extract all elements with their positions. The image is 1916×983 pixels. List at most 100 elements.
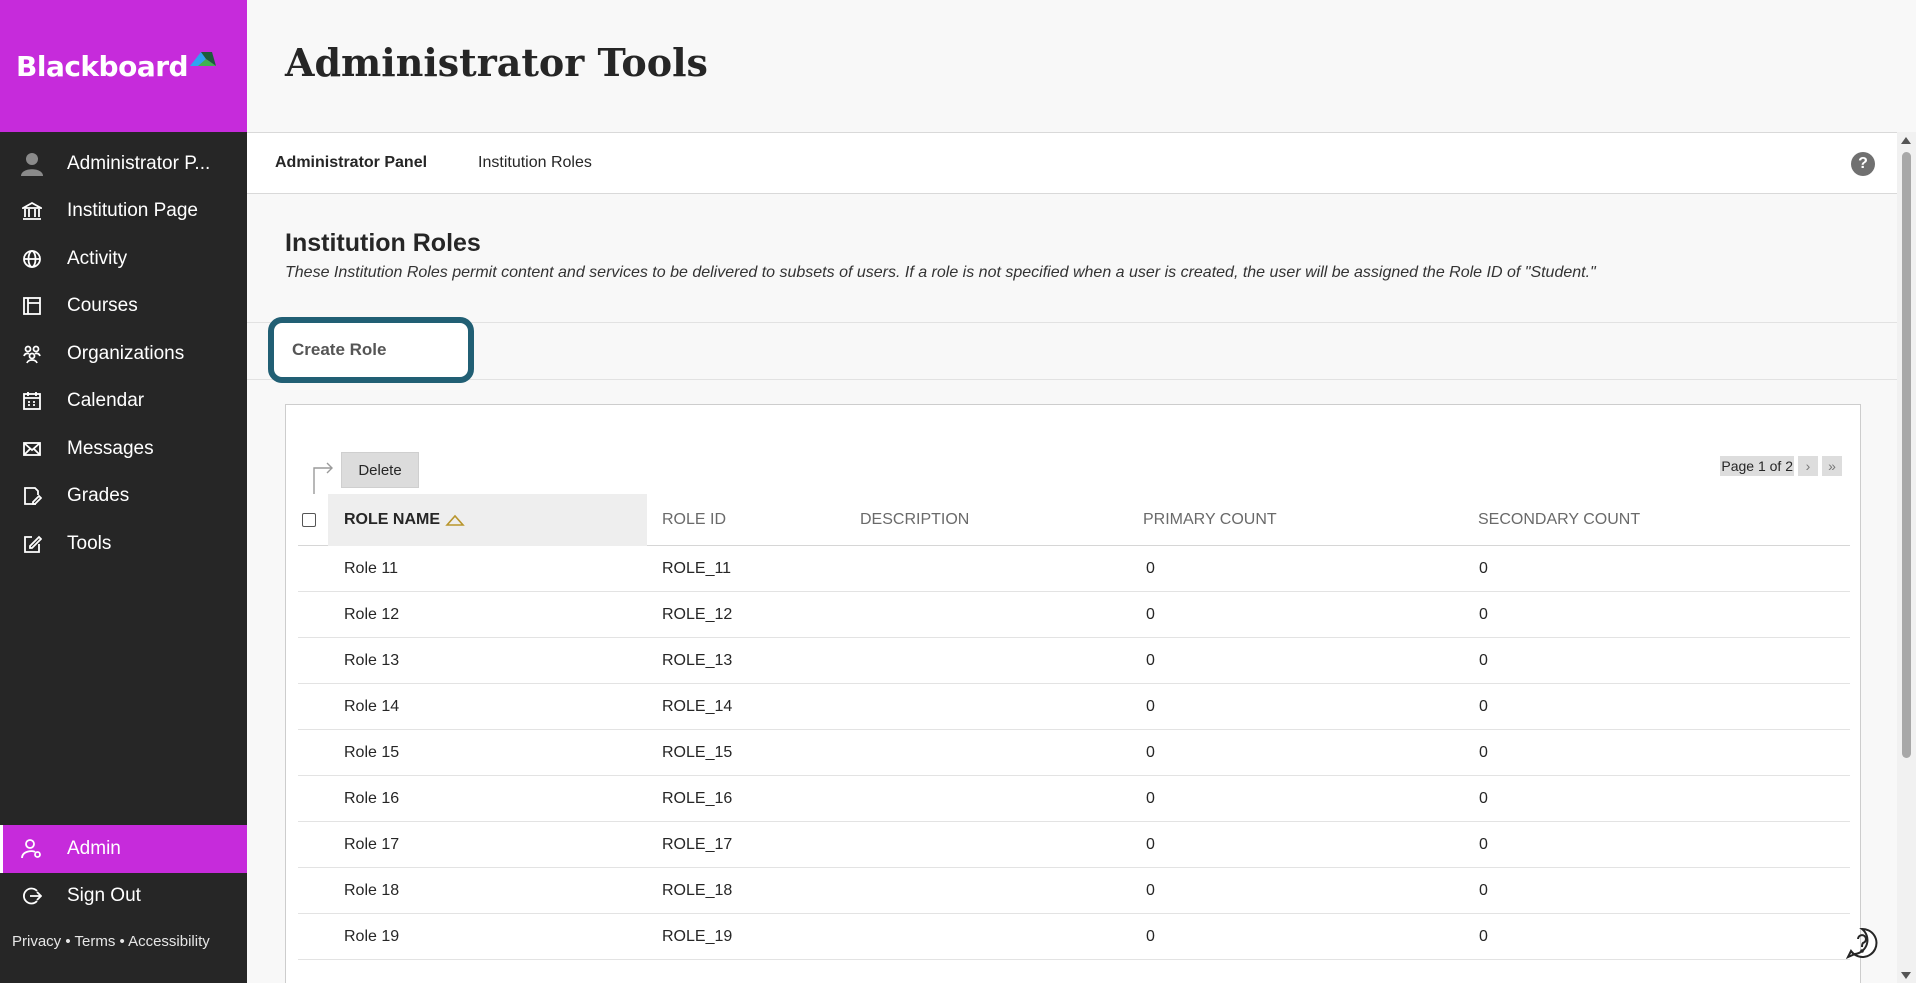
sidebar-item-administrator[interactable]: Administrator P... [0, 140, 247, 188]
sidebar-item-activity[interactable]: Activity [0, 235, 247, 283]
tools-icon [20, 532, 44, 556]
sidebar-item-label: Activity [67, 247, 128, 269]
role-name-cell[interactable]: Role 18 [344, 868, 399, 914]
page-scrollbar[interactable] [1897, 132, 1916, 983]
primary-count-cell: 0 [1146, 652, 1155, 669]
role-id-cell: ROLE_14 [662, 698, 733, 715]
blackboard-logo[interactable]: Blackboard [16, 50, 189, 83]
table-row: Role 13 ROLE_13 0 0 [298, 638, 1850, 684]
role-name-cell[interactable]: Role 16 [344, 776, 399, 822]
page-indicator: Page 1 of 2 [1720, 456, 1794, 476]
column-header-label: ROLE NAME [344, 511, 440, 528]
section-title: Institution Roles [285, 229, 481, 257]
select-arrow-icon [313, 462, 333, 494]
breadcrumb: Administrator Panel Institution Roles ? [247, 132, 1897, 194]
primary-count-cell: 0 [1146, 744, 1155, 761]
primary-count-cell: 0 [1146, 836, 1155, 853]
next-page-icon[interactable]: › [1798, 456, 1818, 476]
sidebar-item-grades[interactable]: Grades [0, 473, 247, 521]
roles-table-container: Delete Page 1 of 2 › » ROLE NAME ROLE ID… [285, 404, 1861, 983]
role-name-cell[interactable]: Role 11 [344, 546, 398, 592]
sign-out-icon [20, 884, 44, 908]
role-name-cell[interactable]: Role 17 [344, 822, 399, 868]
secondary-count-cell: 0 [1479, 928, 1488, 945]
secondary-count-cell: 0 [1479, 652, 1488, 669]
column-header-description[interactable]: DESCRIPTION [860, 494, 969, 546]
primary-count-cell: 0 [1146, 928, 1155, 945]
sidebar-item-tools[interactable]: Tools [0, 520, 247, 568]
column-header-primary-count[interactable]: PRIMARY COUNT [1143, 494, 1277, 546]
section-description: These Institution Roles permit content a… [285, 264, 1596, 281]
sidebar-item-label: Messages [67, 437, 154, 459]
sidebar-item-label: Institution Page [67, 200, 198, 222]
role-id-cell: ROLE_13 [662, 652, 733, 669]
sidebar-item-label: Organizations [67, 342, 185, 364]
delete-button[interactable]: Delete [341, 452, 419, 488]
role-name-cell[interactable]: Role 14 [344, 684, 399, 730]
sidebar-item-organizations[interactable]: Organizations [0, 330, 247, 378]
scroll-up-arrow-icon[interactable] [1901, 137, 1911, 144]
select-all-checkbox[interactable] [302, 513, 316, 527]
primary-count-cell: 0 [1146, 882, 1155, 899]
floating-help-icon[interactable] [1846, 927, 1878, 959]
secondary-count-cell: 0 [1479, 790, 1488, 807]
role-name-cell[interactable]: Role 19 [344, 914, 399, 960]
role-id-cell: ROLE_19 [662, 928, 733, 945]
column-header-role-id[interactable]: ROLE ID [662, 494, 726, 546]
secondary-count-cell: 0 [1479, 882, 1488, 899]
sidebar-item-institution-page[interactable]: Institution Page [0, 188, 247, 236]
sidebar-item-label: Admin [67, 837, 121, 859]
role-name-cell[interactable]: Role 15 [344, 730, 399, 776]
sidebar-item-label: Sign Out [67, 885, 141, 907]
table-row: Role 11 ROLE_11 0 0 [298, 546, 1850, 592]
primary-count-cell: 0 [1146, 790, 1155, 807]
table-row: Role 19 ROLE_19 0 0 [298, 914, 1850, 960]
sidebar-item-label: Grades [67, 485, 130, 507]
sidebar-item-messages[interactable]: Messages [0, 425, 247, 473]
user-avatar-icon [20, 152, 44, 176]
sidebar-nav: Administrator P... Institution Page Acti… [0, 132, 247, 568]
footer-links[interactable]: Privacy • Terms • Accessibility [12, 933, 210, 950]
primary-count-cell: 0 [1146, 698, 1155, 715]
organizations-icon [20, 342, 44, 366]
role-id-cell: ROLE_16 [662, 790, 733, 807]
sidebar-item-admin[interactable]: Admin [0, 825, 247, 873]
sidebar-item-label: Calendar [67, 390, 145, 412]
role-id-cell: ROLE_11 [662, 560, 732, 577]
table-row: Role 16 ROLE_16 0 0 [298, 776, 1850, 822]
blackboard-logo-mark-icon [190, 52, 217, 66]
breadcrumb-administrator-panel[interactable]: Administrator Panel [275, 154, 427, 172]
create-role-button[interactable]: Create Role [268, 317, 474, 383]
courses-icon [20, 294, 44, 318]
table-row: Role 14 ROLE_14 0 0 [298, 684, 1850, 730]
table-row: Role 15 ROLE_15 0 0 [298, 730, 1850, 776]
sidebar-item-courses[interactable]: Courses [0, 283, 247, 331]
secondary-count-cell: 0 [1479, 698, 1488, 715]
sidebar-item-calendar[interactable]: Calendar [0, 378, 247, 426]
grades-icon [20, 484, 44, 508]
calendar-icon [20, 389, 44, 413]
sidebar-item-label: Courses [67, 295, 138, 317]
role-name-cell[interactable]: Role 12 [344, 592, 399, 638]
sidebar-item-label: Administrator P... [67, 152, 211, 174]
scrollbar-thumb[interactable] [1902, 152, 1911, 758]
sidebar: Blackboard Administrator P... Institutio… [0, 0, 247, 983]
scroll-down-arrow-icon[interactable] [1901, 972, 1911, 979]
role-id-cell: ROLE_15 [662, 744, 733, 761]
role-id-cell: ROLE_18 [662, 882, 733, 899]
table-row: Role 12 ROLE_12 0 0 [298, 592, 1850, 638]
help-icon[interactable]: ? [1851, 152, 1875, 176]
sidebar-item-sign-out[interactable]: Sign Out [0, 873, 247, 921]
column-header-role-name[interactable]: ROLE NAME [328, 494, 647, 546]
table-row: Role 17 ROLE_17 0 0 [298, 822, 1850, 868]
role-name-cell[interactable]: Role 13 [344, 638, 399, 684]
page-title: Administrator Tools [285, 40, 708, 85]
role-id-cell: ROLE_17 [662, 836, 733, 853]
primary-count-cell: 0 [1146, 560, 1155, 577]
brand-header: Blackboard [0, 0, 247, 132]
last-page-icon[interactable]: » [1822, 456, 1842, 476]
table-row: Role 18 ROLE_18 0 0 [298, 868, 1850, 914]
column-header-secondary-count[interactable]: SECONDARY COUNT [1478, 494, 1640, 546]
globe-icon [20, 247, 44, 271]
secondary-count-cell: 0 [1479, 606, 1488, 623]
